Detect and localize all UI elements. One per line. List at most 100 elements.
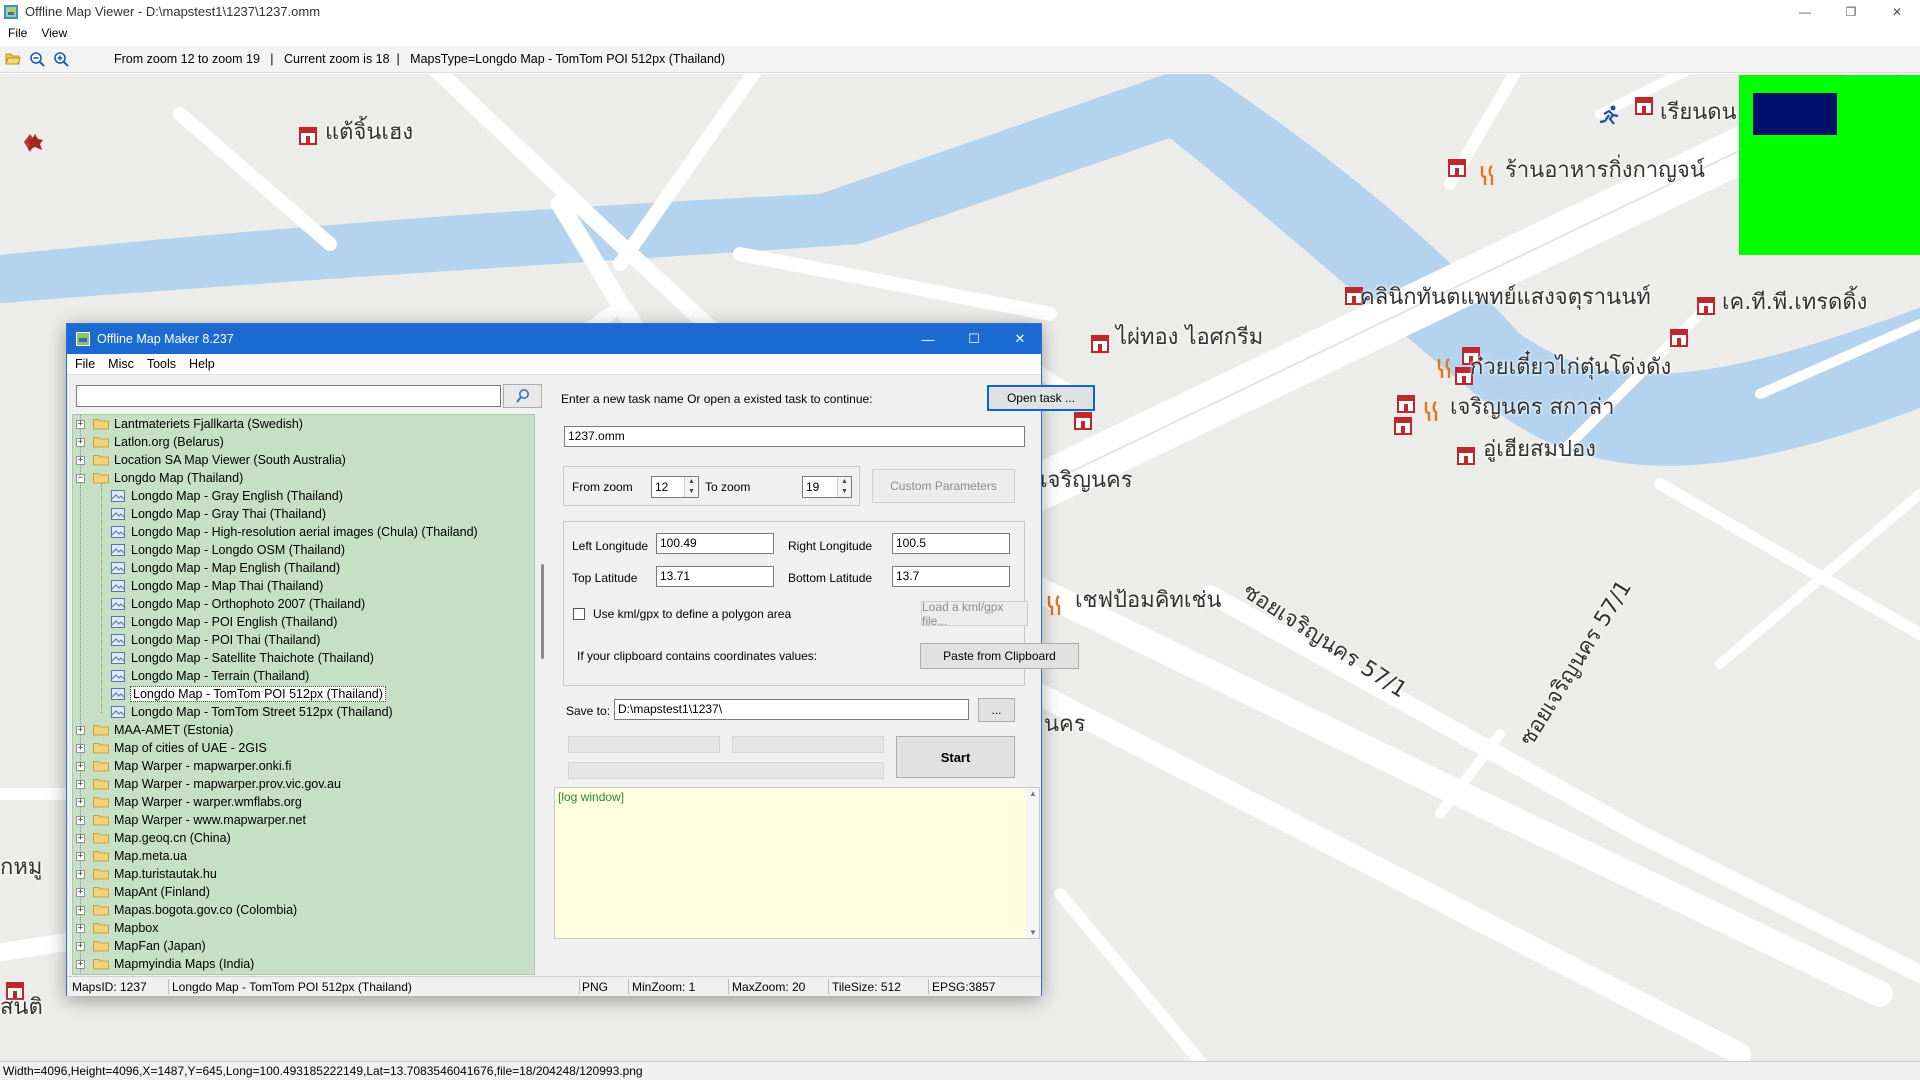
menu-view[interactable]: View — [41, 26, 67, 40]
tree-scrollbar-thumb[interactable] — [541, 564, 544, 659]
expand-icon[interactable]: + — [76, 761, 85, 771]
expand-icon[interactable]: + — [76, 869, 85, 879]
expand-icon[interactable]: + — [76, 455, 85, 465]
log-window[interactable]: [log window] ▲ ▼ — [554, 787, 1040, 939]
tree-item-map[interactable]: Longdo Map - Gray English (Thailand) — [111, 487, 343, 505]
tree-item-map[interactable]: Longdo Map - TomTom Street 512px (Thaila… — [111, 703, 393, 721]
tree-item-folder[interactable]: + Map of cities of UAE - 2GIS — [76, 739, 267, 757]
bottom-latitude-label: Bottom Latitude — [788, 571, 873, 585]
scroll-down-icon[interactable]: ▼ — [1029, 928, 1037, 937]
maker-maximize-button[interactable]: ☐ — [951, 324, 997, 354]
expand-icon[interactable]: + — [76, 887, 85, 897]
tree-item-folder[interactable]: + Latlon.org (Belarus) — [76, 433, 224, 451]
custom-parameters-button[interactable]: Custom Parameters — [872, 469, 1015, 503]
maker-minimize-button[interactable]: — — [905, 324, 951, 354]
search-button[interactable] — [503, 384, 542, 408]
folder-icon — [93, 761, 109, 772]
paste-from-clipboard-button[interactable]: Paste from Clipboard — [920, 643, 1079, 669]
tree-item-folder[interactable]: + Map Warper - www.mapwarper.net — [76, 811, 306, 829]
menu-tools[interactable]: Tools — [147, 357, 176, 371]
expand-icon[interactable]: + — [76, 779, 85, 789]
tree-item-map[interactable]: Longdo Map - Satellite Thaichote (Thaila… — [111, 649, 374, 667]
minimap-viewport-marker[interactable] — [1753, 93, 1837, 135]
tree-item-folder[interactable]: + Mapbox — [76, 919, 158, 937]
expand-icon[interactable]: + — [76, 905, 85, 915]
tree-item-folder[interactable]: + Mapmyindia Maps (India) — [76, 955, 254, 973]
expand-icon[interactable]: + — [76, 833, 85, 843]
map-source-tree[interactable]: + Lantmateriets Fjallkarta (Swedish) + Latl… — [72, 414, 535, 975]
maker-close-button[interactable]: ✕ — [997, 324, 1043, 354]
tree-item-map[interactable]: Longdo Map - TomTom POI 512px (Thailand) — [111, 685, 386, 703]
from-zoom-spinner[interactable]: 12 ▲ ▼ — [651, 476, 699, 498]
overview-minimap[interactable] — [1739, 75, 1920, 255]
expand-icon[interactable]: + — [76, 725, 85, 735]
use-kml-checkbox[interactable] — [573, 608, 585, 620]
menu-help[interactable]: Help — [189, 357, 215, 371]
task-name-input[interactable]: 1237.omm — [564, 426, 1025, 447]
log-scrollbar[interactable]: ▲ ▼ — [1026, 788, 1039, 938]
tree-item-map[interactable]: Longdo Map - Gray Thai (Thailand) — [111, 505, 326, 523]
collapse-icon[interactable]: − — [76, 473, 85, 483]
left-longitude-input[interactable]: 100.49 — [656, 533, 774, 554]
expand-icon[interactable]: + — [76, 437, 85, 447]
tree-item-label: Longdo Map - POI English (Thailand) — [131, 615, 338, 629]
spinner-arrows-icon[interactable]: ▲ ▼ — [837, 477, 851, 497]
maker-titlebar[interactable]: Offline Map Maker 8.237 — ☐ ✕ — [67, 324, 1041, 354]
expand-icon[interactable]: + — [76, 815, 85, 825]
tree-scrollbar[interactable] — [537, 414, 550, 975]
tree-item-folder[interactable]: + Location SA Map Viewer (South Australia… — [76, 451, 346, 469]
zoom-out-button[interactable] — [26, 48, 48, 70]
tree-item-folder[interactable]: + Map.turistautak.hu — [76, 865, 217, 883]
tree-item-map[interactable]: Longdo Map - Terrain (Thailand) — [111, 667, 309, 685]
minimize-button[interactable]: — — [1782, 0, 1828, 23]
tree-item-map[interactable]: Longdo Map - High-resolution aerial imag… — [111, 523, 478, 541]
tree-item-folder[interactable]: + Map Warper - warper.wmflabs.org — [76, 793, 302, 811]
expand-icon[interactable]: + — [76, 743, 85, 753]
map-layer-icon — [111, 706, 125, 718]
zoom-info: From zoom 12 to zoom 19 | Current zoom i… — [114, 52, 726, 66]
tree-item-folder[interactable]: + Lantmateriets Fjallkarta (Swedish) — [76, 415, 303, 433]
tree-item-map[interactable]: Longdo Map - Map English (Thailand) — [111, 559, 340, 577]
expand-icon[interactable]: + — [76, 923, 85, 933]
right-longitude-input[interactable]: 100.5 — [892, 533, 1010, 554]
tree-item-folder[interactable]: + MAA-AMET (Estonia) — [76, 721, 233, 739]
tree-item-map[interactable]: Longdo Map - POI Thai (Thailand) — [111, 631, 320, 649]
close-button[interactable]: ✕ — [1874, 0, 1920, 23]
open-folder-button[interactable] — [2, 48, 24, 70]
tree-item-folder[interactable]: + Mapas.bogota.gov.co (Colombia) — [76, 901, 297, 919]
tree-item-folder[interactable]: + MapAnt (Finland) — [76, 883, 210, 901]
start-button[interactable]: Start — [896, 736, 1015, 778]
tree-item-map[interactable]: Longdo Map - Longdo OSM (Thailand) — [111, 541, 345, 559]
load-kml-button[interactable]: Load a kml/gpx file... — [921, 600, 1028, 628]
menu-file[interactable]: File — [8, 26, 27, 40]
tree-item-map[interactable]: Longdo Map - Orthophoto 2007 (Thailand) — [111, 595, 365, 613]
to-zoom-spinner[interactable]: 19 ▲ ▼ — [802, 476, 852, 498]
app-icon — [76, 332, 90, 346]
tree-item-folder[interactable]: + Map.geoq.cn (China) — [76, 829, 231, 847]
tree-item-label: Longdo Map - Gray Thai (Thailand) — [131, 507, 327, 521]
expand-icon[interactable]: + — [76, 941, 85, 951]
map-search-input[interactable] — [76, 385, 501, 407]
expand-icon[interactable]: + — [76, 959, 85, 969]
spinner-arrows-icon[interactable]: ▲ ▼ — [684, 477, 698, 497]
tree-item-map[interactable]: Longdo Map - Map Thai (Thailand) — [111, 577, 323, 595]
menu-file[interactable]: File — [75, 357, 95, 371]
tree-item-folder[interactable]: + Map.meta.ua — [76, 847, 187, 865]
zoom-in-button[interactable] — [50, 48, 72, 70]
tree-item-folder[interactable]: + Map Warper - mapwarper.onki.fi — [76, 757, 291, 775]
open-task-button[interactable]: Open task ... — [987, 385, 1095, 411]
bottom-latitude-input[interactable]: 13.7 — [892, 566, 1010, 587]
tree-item-folder[interactable]: + Map Warper - mapwarper.prov.vic.gov.au — [76, 775, 341, 793]
tree-item-map[interactable]: Longdo Map - POI English (Thailand) — [111, 613, 337, 631]
save-to-input[interactable]: D:\mapstest1\1237\ — [614, 699, 969, 720]
restore-button[interactable]: ❐ — [1828, 0, 1874, 23]
expand-icon[interactable]: + — [76, 797, 85, 807]
expand-icon[interactable]: + — [76, 419, 85, 429]
expand-icon[interactable]: + — [76, 851, 85, 861]
menu-misc[interactable]: Misc — [108, 357, 134, 371]
browse-button[interactable]: ... — [978, 698, 1015, 722]
tree-item-folder[interactable]: + MapFan (Japan) — [76, 937, 206, 955]
folder-icon — [93, 743, 109, 754]
scroll-up-icon[interactable]: ▲ — [1029, 789, 1037, 798]
top-latitude-input[interactable]: 13.71 — [656, 566, 774, 587]
